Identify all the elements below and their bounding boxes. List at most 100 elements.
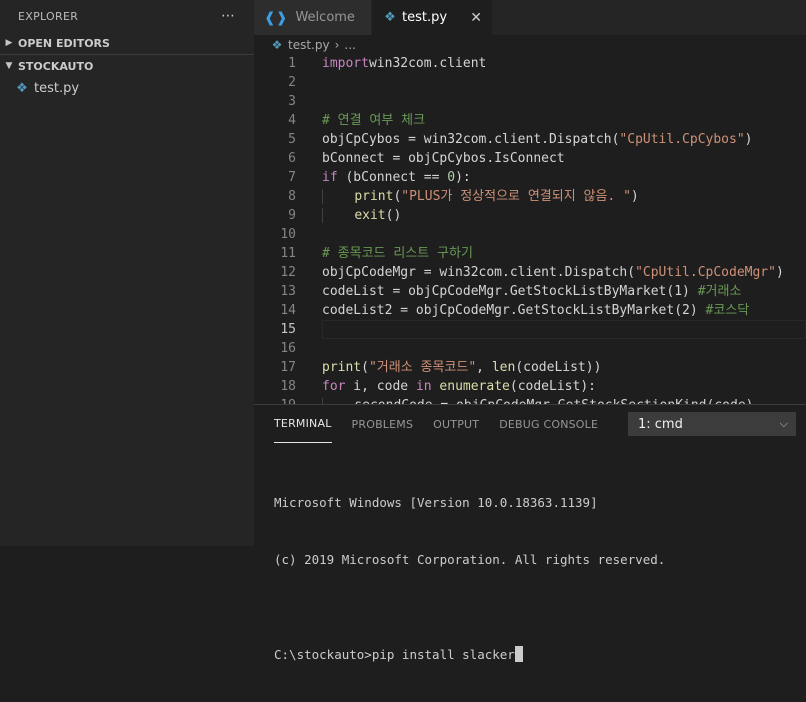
code-line[interactable]: 4 # 연결 여부 체크 [254,111,806,130]
code-line[interactable]: 16 [254,339,806,358]
breadcrumb: ❖ test.py › ... [254,35,806,55]
line-number: 19 [254,396,296,404]
tab-debug-console[interactable]: DEBUG CONSOLE [499,405,598,443]
code-token: (codeList): [509,379,596,394]
code-token: () [385,208,402,223]
code-token: win32com.client [368,56,487,71]
code-token: "CpUtil.CpCybos" [619,132,745,147]
tab-problems[interactable]: PROBLEMS [352,405,414,443]
tab-output[interactable]: OUTPUT [433,405,479,443]
section-stockauto[interactable]: ▼ STOCKAUTO [0,54,254,77]
code-line[interactable]: 19 secondCode = objCpCodeMgr.GetStockSec… [254,396,806,404]
editor-tabs: ❰❱ Welcome ❖ test.py ✕ [254,0,806,35]
code-line[interactable]: 5 objCpCybos = win32com.client.Dispatch("… [254,130,806,149]
line-number: 1 [288,56,296,71]
code-token: i, code [345,379,416,394]
terminal-panel: TERMINAL PROBLEMS OUTPUT DEBUG CONSOLE 1… [254,404,806,662]
code-token: (bConnect == [337,170,448,185]
code-line[interactable]: 3 [254,92,806,111]
tab-welcome[interactable]: ❰❱ Welcome [254,0,372,35]
code-token: enumerate [439,379,510,394]
line-number: 17 [280,360,296,375]
code-token: ( [361,360,369,375]
code-line[interactable]: 9 exit() [254,206,806,225]
terminal-output[interactable]: Microsoft Windows [Version 10.0.18363.11… [274,455,665,702]
section-label: STOCKAUTO [18,59,94,73]
code-token: len [491,360,516,375]
terminal-select[interactable]: 1: cmd ⌵ [628,412,796,436]
chevron-down-icon: ⌵ [779,417,788,430]
vscode-icon: ❰❱ [264,9,288,26]
code-line[interactable]: 15 [254,320,806,339]
code-line[interactable]: 13 codeList = objCpCodeMgr.GetStockListBy… [254,282,806,301]
code-text: print("거래소 종목코드", len(codeList)) [322,358,806,377]
chevron-right-icon: ▶ [5,38,13,48]
terminal-line: C:\stockauto>pip install slacker [274,647,515,662]
close-icon[interactable]: ✕ [470,10,482,26]
explorer-sidebar: EXPLORER ⋯ ▶ OPEN EDITORS ▼ STOCKAUTO ❖ … [0,0,254,546]
code-text: secondCode = objCpCodeMgr.GetStockSectio… [322,396,806,404]
line-number: 12 [280,265,296,280]
code-token: print [322,360,362,375]
python-icon: ❖ [384,10,396,25]
line-number: 8 [288,189,296,204]
code-token: "CpUtil.CpCodeMgr" [635,265,776,280]
line-number: 4 [288,113,296,128]
terminal-cursor [514,646,523,662]
code-line[interactable]: 10 [254,225,806,244]
code-line[interactable]: 12 objCpCodeMgr = win32com.client.Dispatc… [254,263,806,282]
indent-guide [322,189,355,204]
code-token: "PLUS가 정상적으로 연결되지 않음. " [401,189,631,204]
code-token: import [322,56,369,71]
line-number: 10 [280,227,296,242]
code-line[interactable]: 18 for i, code in enumerate(codeList): [254,377,806,396]
line-number: 3 [288,94,296,109]
indent-guide [322,208,355,223]
terminal-line: Microsoft Windows [Version 10.0.18363.11… [274,495,598,510]
code-token: ) [744,132,753,147]
tab-test-py[interactable]: ❖ test.py ✕ [372,0,492,35]
code-line[interactable]: 14 codeList2 = objCpCodeMgr.GetStockListB… [254,301,806,320]
line-number: 6 [288,151,296,166]
code-token: objCpCodeMgr = win32com.client.Dispatch( [322,265,636,280]
code-line[interactable]: 17 print("거래소 종목코드", len(codeList)) [254,358,806,377]
code-text: bConnect = objCpCybos.IsConnect [322,149,806,168]
line-number: 13 [280,284,296,299]
code-token: # 종목코드 리스트 구하기 [322,246,473,261]
code-text [322,320,806,339]
code-text: if (bConnect == 0): [322,168,806,187]
terminal-select-value: 1: cmd [638,416,683,432]
code-line[interactable]: 1 importwin32com.client [254,54,806,73]
section-label: OPEN EDITORS [18,36,110,50]
code-editor[interactable]: 1 importwin32com.client 2 3 4 # 연결 여부 체크 5 objC… [254,54,806,404]
code-token: ): [455,170,471,185]
chevron-down-icon: ▼ [5,61,13,71]
code-token: # 연결 여부 체크 [322,113,426,128]
code-line[interactable]: 11 # 종목코드 리스트 구하기 [254,244,806,263]
terminal-prompt-line: C:\stockauto>pip install slacker [274,645,665,664]
more-actions-icon[interactable]: ⋯ [221,8,236,24]
code-line[interactable]: 2 [254,73,806,92]
code-line[interactable]: 8 print("PLUS가 정상적으로 연결되지 않음. ") [254,187,806,206]
code-text: codeList = objCpCodeMgr.GetStockListByMa… [322,282,806,301]
code-line[interactable]: 7 if (bConnect == 0): [254,168,806,187]
section-open-editors[interactable]: ▶ OPEN EDITORS [0,32,254,54]
code-text: print("PLUS가 정상적으로 연결되지 않음. ") [322,187,806,206]
breadcrumb-file[interactable]: test.py [288,38,330,52]
line-number: 11 [280,246,296,261]
code-token: exit [354,208,386,223]
line-number: 9 [288,208,296,223]
breadcrumb-more[interactable]: ... [344,38,355,52]
code-token: codeList2 = objCpCodeMgr.GetStockListByM… [322,303,706,318]
file-test-py[interactable]: ❖ test.py [0,77,254,99]
code-token: print [354,189,394,204]
line-number: 2 [288,75,296,90]
code-line[interactable]: 6 bConnect = objCpCybos.IsConnect [254,149,806,168]
code-text: for i, code in enumerate(codeList): [322,377,806,396]
code-token: #코스닥 [705,303,750,318]
code-token: if [322,170,338,185]
tab-terminal[interactable]: TERMINAL [274,405,332,443]
explorer-header: EXPLORER ⋯ [0,0,254,32]
breadcrumb-separator: › [334,38,340,52]
code-token: for [322,379,346,394]
